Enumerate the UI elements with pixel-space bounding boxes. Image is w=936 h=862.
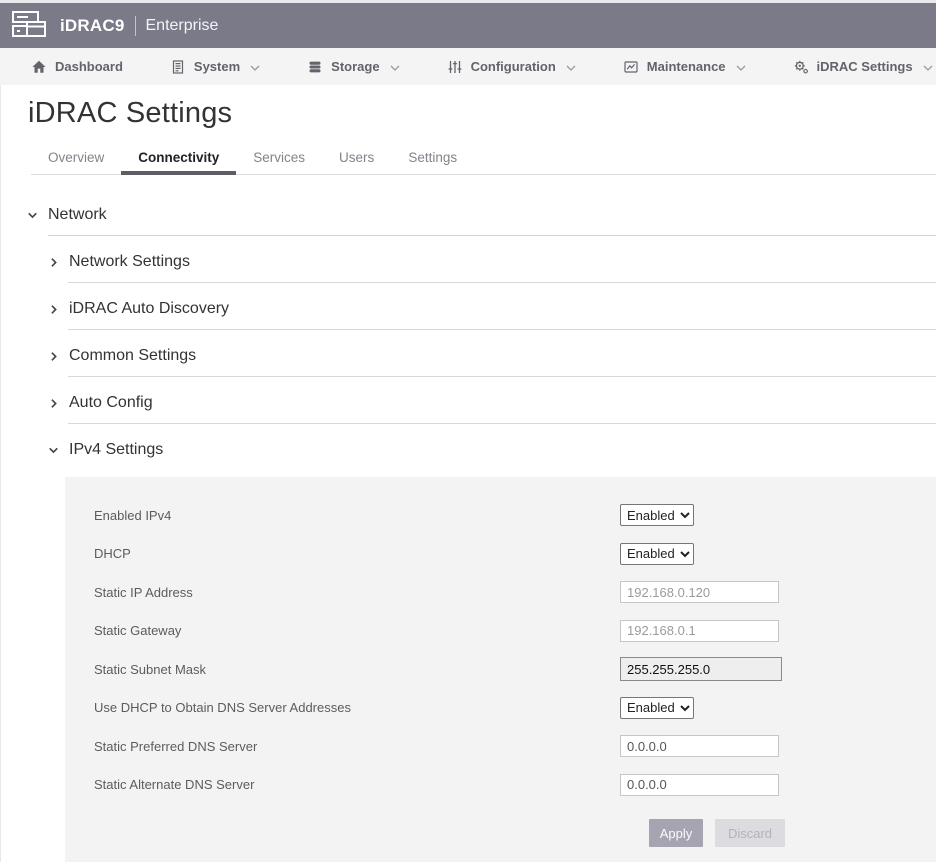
home-icon [31,59,47,75]
tab-settings[interactable]: Settings [391,144,474,175]
section-label: iDRAC Auto Discovery [69,298,229,320]
sliders-icon [447,59,463,75]
section-label: Network Settings [69,251,190,273]
section-label: Auto Config [69,392,153,414]
nav-label: Configuration [471,59,556,74]
idrac-server-logo-icon [10,8,50,44]
section-network[interactable]: Network [0,187,936,226]
section-auto-config[interactable]: Auto Config [0,377,936,414]
dhcp-select[interactable]: Enabled [620,543,694,565]
section-common-settings[interactable]: Common Settings [0,330,936,367]
chevron-right-icon [47,303,60,316]
form-row-static-ip: Static IP Address [94,573,936,612]
chevron-right-icon [47,350,60,363]
chevron-down-icon [566,65,576,71]
page-title: iDRAC Settings [0,85,936,130]
nav-item-storage[interactable]: Storage [307,59,399,75]
section-label: IPv4 Settings [69,439,163,461]
section-network-settings[interactable]: Network Settings [0,236,936,273]
field-label: Enabled IPv4 [94,508,620,523]
tab-users[interactable]: Users [322,144,391,175]
static-subnet-mask-field[interactable] [620,657,782,681]
content-left-edge [0,85,1,862]
section-label: Network [48,204,107,226]
nav-label: iDRAC Settings [817,59,913,74]
static-preferred-dns-field[interactable] [620,735,779,757]
chevron-down-icon [390,65,400,71]
ipv4-settings-panel: Enabled IPv4 Enabled DHCP Enabled Static… [65,477,936,862]
nav-item-dashboard[interactable]: Dashboard [31,59,123,75]
tab-connectivity[interactable]: Connectivity [121,144,236,175]
nav-item-idrac-settings[interactable]: iDRAC Settings [793,59,933,75]
field-label: Static IP Address [94,585,620,600]
accordion-sections: Network Network Settings iDRAC Auto Disc… [0,187,936,862]
gear-icon [793,59,809,75]
section-idrac-auto-discovery[interactable]: iDRAC Auto Discovery [0,283,936,320]
chevron-right-icon [47,397,60,410]
static-alternate-dns-field[interactable] [620,774,779,796]
page-content: iDRAC Settings Overview Connectivity Ser… [0,85,936,862]
nav-label: Storage [331,59,379,74]
field-label: Static Alternate DNS Server [94,777,620,792]
chevron-down-icon [26,209,39,222]
storage-icon [307,59,323,75]
chevron-down-icon [736,65,746,71]
tab-bar: Overview Connectivity Services Users Set… [31,144,936,175]
system-icon [170,59,186,75]
tab-services[interactable]: Services [236,144,322,175]
brand-edition: Enterprise [146,17,219,35]
brand-separator [135,16,136,36]
form-row-preferred-dns: Static Preferred DNS Server [94,727,936,766]
enabled-ipv4-select[interactable]: Enabled [620,504,694,526]
tab-overview[interactable]: Overview [31,144,121,175]
form-row-dhcp: DHCP Enabled [94,535,936,574]
form-row-static-gateway: Static Gateway [94,612,936,651]
main-nav: Dashboard System Storage [0,48,936,85]
dns-from-dhcp-select[interactable]: Enabled [620,697,694,719]
field-label: Static Subnet Mask [94,662,620,677]
nav-label: Maintenance [647,59,726,74]
field-label: Use DHCP to Obtain DNS Server Addresses [94,700,620,715]
static-ip-address-field [620,581,779,603]
nav-item-system[interactable]: System [170,59,260,75]
form-row-static-subnet-mask: Static Subnet Mask [94,650,936,689]
field-label: Static Gateway [94,623,620,638]
chevron-down-icon [250,65,260,71]
nav-label: Dashboard [55,59,123,74]
chevron-right-icon [47,256,60,269]
maintenance-icon [623,59,639,75]
static-gateway-field [620,620,779,642]
form-row-dns-from-dhcp: Use DHCP to Obtain DNS Server Addresses … [94,689,936,728]
form-row-alternate-dns: Static Alternate DNS Server [94,766,936,805]
field-label: DHCP [94,546,620,561]
chevron-down-icon [47,444,60,457]
nav-item-maintenance[interactable]: Maintenance [623,59,746,75]
brand-header: iDRAC9 Enterprise [0,3,936,48]
nav-label: System [194,59,240,74]
field-label: Static Preferred DNS Server [94,739,620,754]
form-row-enabled-ipv4: Enabled IPv4 Enabled [94,496,936,535]
nav-item-configuration[interactable]: Configuration [447,59,576,75]
section-label: Common Settings [69,345,196,367]
brand-name: iDRAC9 [60,16,125,36]
chevron-down-icon [923,65,933,71]
section-ipv4-settings[interactable]: IPv4 Settings [0,424,936,461]
